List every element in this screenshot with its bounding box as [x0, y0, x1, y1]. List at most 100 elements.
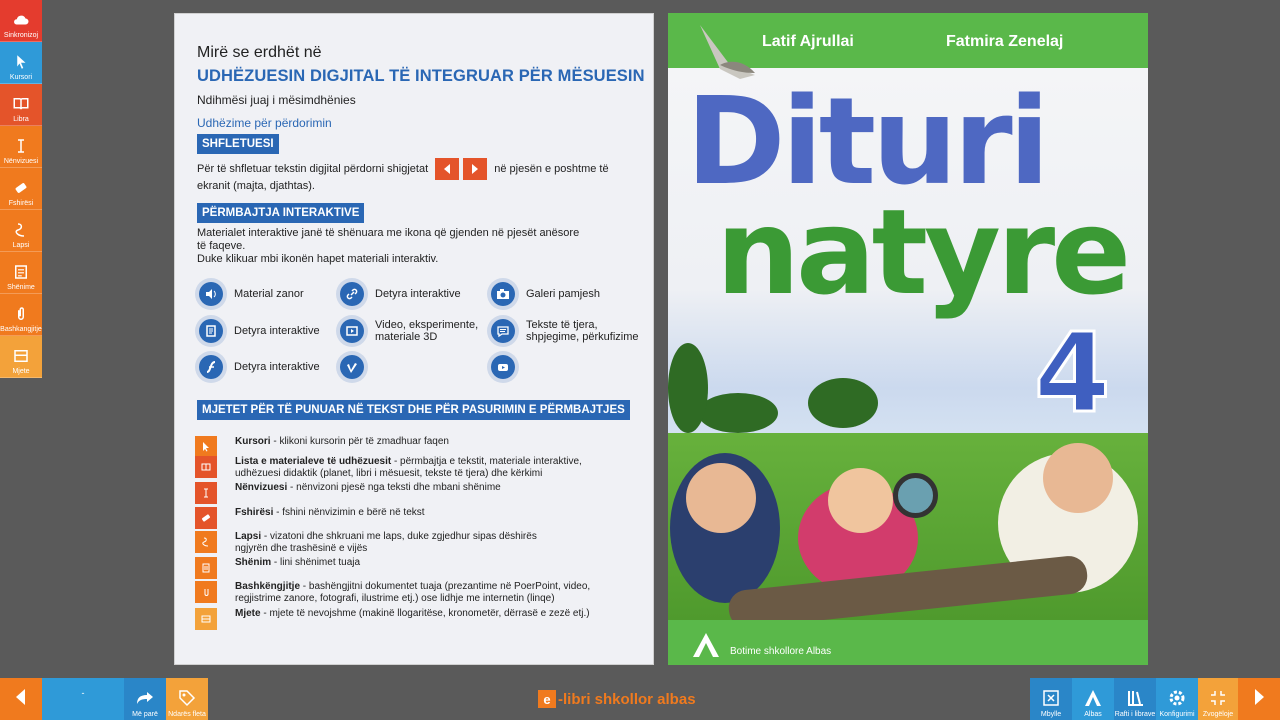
sample-prev-arrow [435, 158, 460, 180]
zoom-out-button[interactable]: Zvogëloje [1198, 678, 1238, 720]
books-button[interactable]: Libra [0, 84, 42, 126]
albas-button[interactable]: Albas [1072, 678, 1114, 720]
tool-row-eraser: Fshirësi - fshini nënvizimin e bërë në t… [195, 507, 425, 529]
text-cursor-icon [204, 488, 208, 498]
child-face-2 [828, 468, 893, 533]
cursor-button[interactable]: Kursori [0, 42, 42, 84]
child-face-1 [686, 463, 756, 533]
legend-link: Detyra interaktive [336, 278, 461, 310]
subtitle: Ndihmësi juaj i mësimdhënies [197, 93, 356, 107]
cloud-icon [14, 15, 29, 25]
settings-label: Konfigurimi [1159, 711, 1195, 718]
gear-icon [1169, 690, 1185, 706]
browser-text-c: ekranit (majta, djathtas). [197, 180, 315, 192]
notes-icon [202, 563, 210, 573]
shrink-icon [1211, 691, 1225, 705]
cover-grade-number: 4 [1033, 308, 1113, 439]
eraser-button[interactable]: Fshirësi [0, 168, 42, 210]
speaker-icon [206, 289, 216, 299]
page-indicator-text: - [81, 688, 85, 698]
tree-image-3 [668, 343, 708, 433]
zoom-out-label: Zvogëloje [1202, 711, 1234, 718]
albas-logo-icon [1085, 690, 1101, 706]
pencil-label: Lapsi [12, 242, 30, 249]
arrow-left-icon [16, 689, 25, 705]
settings-button[interactable]: Konfigurimi [1156, 678, 1198, 720]
brand-e-icon: e [538, 690, 556, 708]
bookshelf-icon [1128, 691, 1143, 706]
browser-text-a: Për të shfletuar tekstin digjital përdor… [197, 162, 429, 175]
cover-title-line-2: natyre [716, 183, 1131, 321]
cursor-icon [203, 442, 209, 452]
attachment-button[interactable]: Bashkangjitje [0, 294, 42, 336]
notes-button[interactable]: Shënime [0, 252, 42, 294]
tree-image-2 [698, 393, 778, 433]
guide-page: Mirë se erdhët në UDHËZUESIN DIGJITAL TË… [174, 13, 654, 665]
link-icon [346, 288, 358, 300]
welcome-text: Mirë se erdhët në [197, 44, 322, 61]
page-indicator[interactable]: - [42, 678, 124, 720]
previous-view-button[interactable]: Më parë [124, 678, 166, 720]
sync-label: Sinkronizoj [3, 32, 39, 39]
legend-video-label: Video, eksperimente, materiale 3D [375, 319, 479, 343]
interactive-line-2: të faqeve. [197, 240, 246, 252]
left-toolbar: Sinkronizoj Kursori Libra Nënvizuesi Fsh… [0, 0, 42, 378]
albas-logo-icon [693, 633, 719, 657]
book-icon [13, 98, 29, 110]
cursor-icon [17, 55, 26, 69]
legend-document-label: Detyra interaktive [234, 325, 320, 337]
prev-page-button[interactable] [0, 678, 42, 720]
browser-text: Për të shfletuar tekstin digjital përdor… [197, 158, 647, 193]
section-tools-heading: MJETET PËR TË PUNUAR NË TEKST DHE PËR PA… [197, 400, 630, 420]
author-1: Latif Ajrullai [762, 33, 854, 50]
author-2: Fatmira Zenelaj [946, 33, 1064, 50]
tool-row-pencil: Lapsi - vizatoni dhe shkruani me laps, d… [195, 531, 537, 555]
legend-gallery: Galeri pamjesh [487, 278, 600, 310]
section-browser-heading: SHFLETUESI [197, 134, 279, 154]
attachment-label: Bashkangjitje [0, 326, 42, 333]
pencil-icon [15, 223, 25, 237]
interactive-line-3: Duke klikuar mbi ikonën hapet materiali … [197, 253, 439, 265]
paperclip-icon [204, 589, 209, 596]
legend-video: Video, eksperimente, materiale 3D [336, 315, 478, 347]
close-button[interactable]: Mbylle [1030, 678, 1072, 720]
bookshelf-button[interactable]: Rafti i librave [1114, 678, 1156, 720]
section-interactive-heading: PËRMBAJTJA INTERAKTIVE [197, 203, 365, 223]
next-page-button[interactable] [1238, 678, 1280, 720]
highlighter-button[interactable]: Nënvizuesi [0, 126, 42, 168]
tag-icon [179, 690, 196, 707]
sync-button[interactable]: Sinkronizoj [0, 0, 42, 42]
tool-row-attachment: Bashkëngjitje - bashëngjitni dokumentet … [195, 581, 590, 605]
highlighter-label: Nënvizuesi [3, 158, 39, 165]
legend-vimeo [336, 351, 375, 383]
bookmarks-label: Ndarës fleta [168, 711, 206, 718]
share-arrow-icon [137, 692, 153, 704]
instructions-link[interactable]: Udhëzime për përdorimin [197, 116, 647, 130]
legend-youtube [487, 351, 526, 383]
pencil-icon [202, 537, 209, 547]
guide-intro: Mirë se erdhët në UDHËZUESIN DIGJITAL TË… [197, 44, 647, 266]
book-cover: Latif Ajrullai Fatmira Zenelaj Dituri na… [668, 13, 1148, 665]
legend-text-label: Tekste të tjera, shpjegime, përkufizime [526, 319, 639, 343]
cover-footer [668, 620, 1148, 665]
arrow-left-icon [444, 164, 451, 174]
pencil-button[interactable]: Lapsi [0, 210, 42, 252]
albas-label: Albas [1084, 711, 1102, 718]
tools-button[interactable]: Mjete [0, 336, 42, 378]
bookshelf-label: Rafti i librave [1114, 711, 1156, 718]
eraser-icon [201, 514, 211, 522]
publisher-name: Botime shkollore Albas [730, 646, 832, 657]
document-icon [206, 325, 216, 337]
bookmarks-button[interactable]: Ndarës fleta [166, 678, 208, 720]
legend-flash: Detyra interaktive [195, 351, 320, 383]
paperclip-icon [18, 307, 24, 320]
close-label: Mbylle [1040, 711, 1062, 718]
legend-link-label: Detyra interaktive [375, 288, 461, 300]
books-label: Libra [13, 116, 29, 123]
tools-label: Mjete [12, 368, 30, 375]
brand-text: -libri shkollor albas [558, 690, 696, 708]
legend-document: Detyra interaktive [195, 315, 320, 347]
page-title: UDHËZUESIN DIGJITAL TË INTEGRUAR PËR MËS… [197, 67, 645, 85]
brand-logo: e -libri shkollor albas [538, 690, 696, 708]
cursor-label: Kursori [9, 74, 33, 81]
